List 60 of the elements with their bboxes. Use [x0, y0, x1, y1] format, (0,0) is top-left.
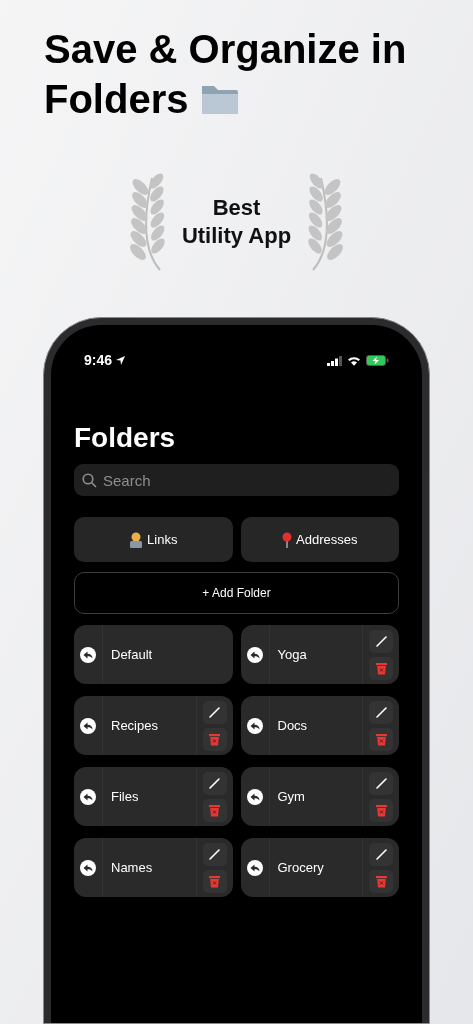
pencil-icon: [374, 847, 388, 861]
trash-icon: [208, 732, 221, 746]
folder-name: Yoga: [276, 645, 308, 664]
trash-icon: [374, 874, 388, 888]
folder-name: Grocery: [276, 858, 325, 877]
pencil-icon: [374, 634, 388, 648]
pencil-icon: [374, 705, 388, 719]
pencil-icon: [208, 705, 221, 719]
trash-icon: [208, 803, 221, 817]
edit-button[interactable]: [369, 842, 393, 866]
signal-icon: [327, 355, 342, 366]
folder-name: Names: [110, 858, 154, 877]
delete-button[interactable]: [369, 727, 393, 751]
folder-name: Recipes: [110, 716, 159, 735]
edit-button[interactable]: [202, 700, 227, 724]
pencil-icon: [374, 776, 388, 790]
search-field[interactable]: Search: [74, 464, 399, 496]
pushpin-icon: [282, 531, 293, 548]
headline: Save & Organize in: [44, 26, 408, 73]
trash-icon: [374, 732, 388, 746]
folder-card[interactable]: Yoga: [240, 625, 399, 684]
delete-button[interactable]: [369, 798, 393, 822]
folder-name: Docs: [276, 716, 309, 735]
status-time: 9:46: [84, 351, 113, 370]
delete-button[interactable]: [202, 869, 227, 893]
pencil-icon: [208, 776, 221, 790]
folder-card[interactable]: Docs: [240, 696, 399, 755]
delete-button[interactable]: [202, 727, 227, 751]
edit-button[interactable]: [369, 700, 393, 724]
headline: Folders: [44, 76, 189, 123]
edit-button[interactable]: [369, 629, 393, 653]
page-title: Folders: [74, 421, 177, 455]
folder-card[interactable]: Gym: [240, 767, 399, 826]
delete-button[interactable]: [202, 798, 227, 822]
laptop-person-icon: [129, 531, 144, 548]
folder-name: Default: [110, 645, 154, 664]
location-arrow-icon: [115, 355, 127, 366]
edit-button[interactable]: [202, 842, 227, 866]
folder-card[interactable]: Grocery: [240, 838, 399, 897]
trash-icon: [208, 874, 221, 888]
folder-name: Files: [110, 787, 140, 806]
trash-icon: [374, 803, 388, 817]
folder-card[interactable]: Recipes: [74, 696, 233, 755]
folder-card[interactable]: Names: [74, 838, 233, 897]
shortcut-button[interactable]: Links: [74, 517, 233, 562]
shortcut-button[interactable]: Addresses: [240, 517, 399, 562]
folder-name: Gym: [276, 787, 306, 806]
battery-charging-icon: [366, 355, 389, 366]
wifi-icon: [347, 355, 361, 366]
delete-button[interactable]: [369, 869, 393, 893]
folder-card[interactable]: Files: [74, 767, 233, 826]
delete-button[interactable]: [369, 656, 393, 680]
edit-button[interactable]: [369, 771, 393, 795]
search-icon: [82, 472, 97, 488]
pencil-icon: [208, 847, 221, 861]
folder-card[interactable]: Default: [74, 625, 233, 684]
award-text: Best Utility App: [180, 194, 293, 250]
add-folder-button[interactable]: + Add Folder: [74, 572, 399, 614]
trash-icon: [374, 661, 388, 675]
edit-button[interactable]: [202, 771, 227, 795]
